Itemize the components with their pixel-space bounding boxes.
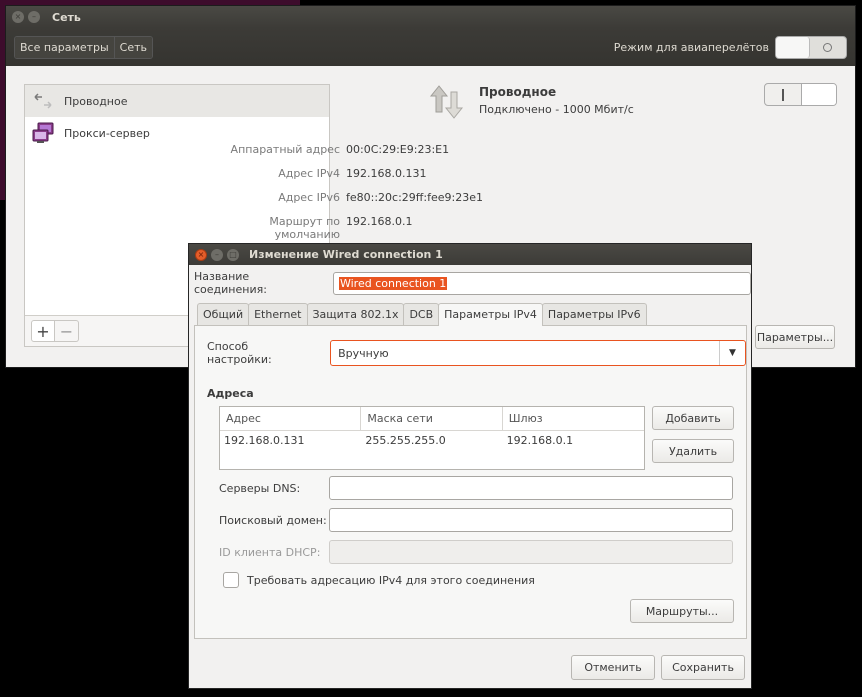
table-cell-address[interactable]: 192.168.0.131: [220, 431, 361, 451]
table-header: Адрес Маска сети Шлюз: [220, 407, 644, 431]
wired-connection-icon: [429, 85, 464, 119]
switch-on-icon: [765, 84, 802, 105]
connection-name-input[interactable]: Wired connection 1: [332, 271, 751, 295]
proxy-server-icon: [31, 122, 55, 144]
column-header-gateway[interactable]: Шлюз: [503, 407, 644, 430]
delete-address-button[interactable]: Удалить: [652, 439, 734, 463]
sidebar-item-label: Прокси-сервер: [64, 126, 150, 140]
airplane-mode-switch[interactable]: [775, 35, 847, 59]
save-button[interactable]: Сохранить: [661, 655, 745, 680]
breadcrumb-network[interactable]: Сеть: [113, 36, 152, 58]
tab-ipv4-settings[interactable]: Параметры IPv4: [438, 303, 543, 326]
addresses-heading: Адреса: [207, 387, 254, 400]
tab-8021x-security[interactable]: Защита 802.1x: [306, 303, 405, 325]
add-connection-button[interactable]: +: [31, 320, 55, 342]
method-value: Вручную: [338, 346, 389, 360]
dns-servers-input[interactable]: [329, 476, 733, 500]
table-cell-gateway[interactable]: 192.168.0.1: [503, 431, 644, 451]
connection-status: Подключено - 1000 Мбит/с: [479, 103, 634, 116]
info-row-hw-address: Аппаратный адрес 00:0C:29:E9:23:E1: [216, 143, 450, 156]
info-label: Адрес IPv6: [278, 191, 340, 204]
dns-label: Серверы DNS:: [219, 481, 301, 495]
require-ipv4-checkbox[interactable]: [223, 572, 239, 588]
breadcrumb: Все параметры Сеть: [14, 35, 153, 59]
tab-ethernet[interactable]: Ethernet: [248, 303, 308, 325]
edit-connection-dialog: × – □ Изменение Wired connection 1 Назва…: [188, 243, 752, 689]
sidebar-item-label: Проводное: [64, 94, 128, 108]
dhcp-client-id-input: [329, 540, 733, 564]
maximize-icon[interactable]: □: [227, 248, 239, 261]
window-titlebar: × – Сеть: [6, 6, 855, 28]
info-value: 192.168.0.1: [346, 215, 413, 228]
require-ipv4-label: Требовать адресацию IPv4 для этого соеди…: [247, 573, 535, 587]
airplane-mode: Режим для авиаперелётов: [613, 35, 847, 59]
dns-row: Серверы DNS:: [219, 476, 733, 500]
info-row-ipv4: Адрес IPv4 192.168.0.131: [216, 167, 426, 180]
connection-title: Проводное: [479, 85, 557, 99]
info-label: Маршрут по умолчанию: [269, 215, 340, 241]
window-title: Сеть: [52, 10, 81, 24]
column-header-netmask[interactable]: Маска сети: [361, 407, 503, 430]
connection-name-label: Название соединения:: [194, 270, 267, 296]
search-domain-row: Поисковый домен:: [219, 508, 733, 532]
cancel-button[interactable]: Отменить: [571, 655, 655, 680]
connection-name-row: Название соединения: Wired connection 1: [194, 270, 751, 296]
routes-button[interactable]: Маршруты...: [630, 599, 734, 623]
info-label: Адрес IPv4: [278, 167, 340, 180]
info-value: 192.168.0.131: [346, 167, 427, 180]
remove-connection-button[interactable]: −: [55, 320, 79, 342]
airplane-mode-label: Режим для авиаперелётов: [613, 40, 769, 54]
info-label: Аппаратный адрес: [230, 143, 340, 156]
minimize-icon[interactable]: –: [211, 248, 223, 261]
tab-bar: Общий Ethernet Защита 802.1x DCB Парамет…: [197, 303, 647, 326]
connection-header: Проводное Подключено - 1000 Мбит/с: [427, 82, 634, 122]
info-row-default-route: Маршрут по умолчанию 192.168.0.1: [216, 215, 412, 241]
switch-knob: [802, 84, 836, 105]
require-ipv4-row[interactable]: Требовать адресацию IPv4 для этого соеди…: [223, 572, 535, 588]
close-icon[interactable]: ×: [195, 248, 207, 261]
add-address-button[interactable]: Добавить: [652, 406, 734, 430]
sidebar-item-wired[interactable]: Проводное: [25, 85, 329, 117]
switch-knob: [776, 36, 810, 58]
table-row[interactable]: 192.168.0.131 255.255.255.0 192.168.0.1: [220, 431, 644, 451]
toolbar: Все параметры Сеть Режим для авиаперелёт…: [6, 28, 855, 66]
breadcrumb-all-settings[interactable]: Все параметры: [15, 36, 114, 58]
method-row: Способ настройки: Вручную ▼: [207, 340, 746, 366]
info-value: fe80::20c:29ff:fee9:23e1: [346, 191, 483, 204]
parameters-button[interactable]: Параметры...: [755, 325, 835, 349]
wired-connection-switch[interactable]: [764, 83, 837, 106]
info-value: 00:0C:29:E9:23:E1: [346, 143, 450, 156]
tab-general[interactable]: Общий: [197, 303, 250, 325]
close-icon[interactable]: ×: [12, 11, 24, 23]
method-label: Способ настройки:: [207, 340, 272, 366]
tab-ipv6-settings[interactable]: Параметры IPv6: [541, 303, 647, 325]
search-domain-input[interactable]: [329, 508, 733, 532]
minimize-icon[interactable]: –: [28, 11, 40, 23]
dialog-titlebar: × – □ Изменение Wired connection 1: [189, 244, 751, 265]
table-cell-netmask[interactable]: 255.255.255.0: [361, 431, 502, 451]
column-header-address[interactable]: Адрес: [220, 407, 362, 430]
dhcp-client-id-row: ID клиента DHCP:: [219, 540, 733, 564]
dhcp-client-id-label: ID клиента DHCP:: [219, 545, 321, 559]
connection-name-value: Wired connection 1: [338, 276, 448, 290]
chevron-down-icon: ▼: [719, 341, 745, 365]
switch-off-icon: [823, 42, 832, 52]
dialog-title: Изменение Wired connection 1: [249, 248, 443, 261]
tab-dcb[interactable]: DCB: [403, 303, 440, 325]
ipv4-settings-panel: Способ настройки: Вручную ▼ Адреса Адрес…: [194, 325, 747, 639]
info-row-ipv6: Адрес IPv6 fe80::20c:29ff:fee9:23e1: [216, 191, 483, 204]
method-select[interactable]: Вручную ▼: [330, 340, 746, 366]
search-domain-label: Поисковый домен:: [219, 513, 327, 527]
wired-network-icon: [31, 90, 55, 112]
addresses-table: Адрес Маска сети Шлюз 192.168.0.131 255.…: [219, 406, 645, 470]
